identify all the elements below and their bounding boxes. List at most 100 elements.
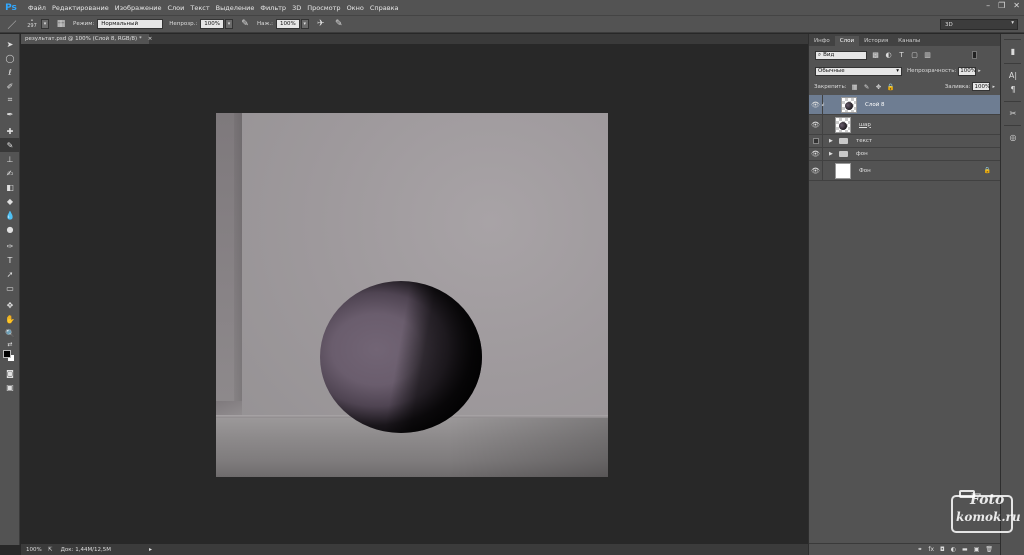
menu-help[interactable]: Справка xyxy=(370,4,399,12)
menu-type[interactable]: Текст xyxy=(190,4,209,12)
airbrush-icon[interactable]: ✈ xyxy=(315,18,327,30)
tab-channels[interactable]: Каналы xyxy=(893,36,925,46)
menu-image[interactable]: Изображение xyxy=(115,4,162,12)
tab-layers[interactable]: Слои xyxy=(834,36,860,46)
eye-icon[interactable]: 👁 xyxy=(809,115,823,134)
layer-row-tekst[interactable]: ▶ текст xyxy=(809,135,1001,148)
pressure-opacity-icon[interactable]: ✎ xyxy=(239,18,251,30)
shape-tool-icon[interactable]: ▭ xyxy=(0,281,20,295)
foreground-color[interactable] xyxy=(3,350,11,358)
pen-tool-icon[interactable]: ✑ xyxy=(0,239,20,253)
filter-toggle[interactable] xyxy=(972,51,977,59)
eraser-tool-icon[interactable]: ◧ xyxy=(0,180,20,194)
tab-info[interactable]: Инфо xyxy=(809,36,835,46)
type-filter-icon[interactable]: T xyxy=(897,51,906,60)
history-brush-icon[interactable]: ✍ xyxy=(0,166,20,180)
dodge-tool-icon[interactable]: ● xyxy=(0,222,20,236)
canvas-area[interactable] xyxy=(21,44,808,544)
lock-position-icon[interactable]: ✥ xyxy=(875,83,883,91)
layer-row-fon-group[interactable]: 👁 ▶ фон xyxy=(809,148,1001,161)
eye-icon[interactable]: 👁 xyxy=(809,161,823,180)
3d-panel-icon[interactable]: ◎ xyxy=(1001,130,1024,144)
layer-row-sloy8[interactable]: 👁 ↲ Слой 8 xyxy=(809,95,1001,115)
layer-row-shar[interactable]: 👁 шар xyxy=(809,115,1001,135)
document-tab[interactable]: результат.psd @ 100% (Слой 8, RGB/8) * × xyxy=(21,34,152,44)
add-mask-icon[interactable]: ◘ xyxy=(940,546,945,553)
paint-bucket-icon[interactable]: ◆ xyxy=(0,194,20,208)
visibility-off-box[interactable] xyxy=(809,135,823,147)
export-icon[interactable]: ⇱ xyxy=(48,547,53,553)
eye-icon[interactable]: 👁 xyxy=(809,148,823,160)
close-icon[interactable]: ✕ xyxy=(1013,1,1020,10)
move-tool-icon[interactable]: ➤ xyxy=(0,37,20,51)
brush-tool-icon[interactable]: ／ xyxy=(6,18,18,31)
new-group-icon[interactable]: ▬ xyxy=(962,546,968,553)
minimize-icon[interactable]: – xyxy=(986,1,990,10)
status-menu-arrow-icon[interactable]: ▸ xyxy=(149,546,152,553)
lock-all-icon[interactable]: 🔒 xyxy=(887,83,895,91)
tab-history[interactable]: История xyxy=(859,36,893,46)
paragraph-panel-icon[interactable]: ¶ xyxy=(1001,82,1024,96)
lock-transparency-icon[interactable]: ▦ xyxy=(851,83,859,91)
adjustment-layer-icon[interactable]: ◐ xyxy=(951,546,956,553)
layer-opacity-field[interactable]: 100% xyxy=(958,66,977,76)
clone-stamp-icon[interactable]: ⊥ xyxy=(0,152,20,166)
quick-mask-icon[interactable]: ◙ xyxy=(0,366,20,380)
mode-select[interactable]: Нормальный xyxy=(97,19,164,29)
blur-tool-icon[interactable]: 💧 xyxy=(0,208,20,222)
close-tab-icon[interactable]: × xyxy=(148,36,153,42)
menu-filter[interactable]: Фильтр xyxy=(260,4,286,12)
brush-preset-picker[interactable]: • 297 xyxy=(24,18,40,30)
layer-style-icon[interactable]: fx xyxy=(928,546,934,553)
menu-view[interactable]: Просмотр xyxy=(307,4,340,12)
pressure-size-icon[interactable]: ✎ xyxy=(333,18,345,30)
menu-3d[interactable]: 3D xyxy=(292,4,301,12)
lock-pixels-icon[interactable]: ✎ xyxy=(863,83,871,91)
menu-select[interactable]: Выделение xyxy=(216,4,255,12)
zoom-tool-icon[interactable]: 🔍 xyxy=(0,326,20,340)
swap-colors-icon[interactable]: ⇄ xyxy=(0,340,20,348)
pressure-dropdown[interactable]: ▾ xyxy=(300,19,309,29)
3d-tool-icon[interactable]: ✥ xyxy=(0,298,20,312)
healing-brush-icon[interactable]: ✚ xyxy=(0,124,20,138)
expand-caret-icon[interactable]: ▶ xyxy=(829,138,835,144)
path-select-icon[interactable]: ➚ xyxy=(0,267,20,281)
fill-field[interactable]: 100% xyxy=(972,82,991,91)
histogram-icon[interactable]: ▮ xyxy=(1001,44,1024,58)
expand-caret-icon[interactable]: ▶ xyxy=(829,151,835,157)
screen-mode-icon[interactable]: ▣ xyxy=(0,380,20,394)
lasso-tool-icon[interactable]: ℓ xyxy=(0,65,20,79)
elliptical-marquee-icon[interactable]: ◯ xyxy=(0,51,20,65)
smart-object-filter-icon[interactable]: ▥ xyxy=(923,51,932,60)
pixel-filter-icon[interactable]: ▩ xyxy=(871,51,880,60)
zoom-level[interactable]: 100% xyxy=(26,547,48,553)
opacity-dropdown[interactable]: ▾ xyxy=(224,19,233,29)
opacity-field[interactable]: 100% xyxy=(200,19,224,29)
fill-slider-icon[interactable]: ▸ xyxy=(992,84,995,90)
menu-layers[interactable]: Слои xyxy=(167,4,184,12)
brush-preset-dropdown[interactable]: ▾ xyxy=(41,19,49,29)
opacity-slider-icon[interactable]: ▸ xyxy=(978,68,981,74)
crop-tool-icon[interactable]: ⌗ xyxy=(0,93,20,107)
trash-icon[interactable]: 🗑 xyxy=(985,546,993,553)
pressure-field[interactable]: 100% xyxy=(276,19,300,29)
adjustment-filter-icon[interactable]: ◐ xyxy=(884,51,893,60)
shape-filter-icon[interactable]: ▢ xyxy=(910,51,919,60)
type-tool-icon[interactable]: T xyxy=(0,253,20,267)
menu-file[interactable]: Файл xyxy=(28,4,46,12)
character-panel-icon[interactable]: A| xyxy=(1001,68,1024,82)
brush-panel-icon[interactable]: ▦ xyxy=(55,18,67,30)
document-canvas[interactable] xyxy=(216,113,608,477)
blend-mode-select[interactable]: Обычные ▾ xyxy=(815,66,902,76)
hand-tool-icon[interactable]: ✋ xyxy=(0,312,20,326)
layer-row-background[interactable]: 👁 Фон 🔒 xyxy=(809,161,1001,181)
eyedropper-icon[interactable]: ✒ xyxy=(0,107,20,121)
menu-window[interactable]: Окно xyxy=(347,4,364,12)
restore-icon[interactable]: ❐ xyxy=(998,1,1005,10)
new-layer-icon[interactable]: ▣ xyxy=(974,546,980,553)
workspace-select[interactable]: 3D ▾ xyxy=(940,19,1018,30)
kind-filter-select[interactable]: ⌕ Вид xyxy=(815,50,867,60)
quick-select-icon[interactable]: ✐ xyxy=(0,79,20,93)
brush-tool-active-icon[interactable]: ✎ xyxy=(0,138,20,152)
menu-edit[interactable]: Редактирование xyxy=(52,4,109,12)
